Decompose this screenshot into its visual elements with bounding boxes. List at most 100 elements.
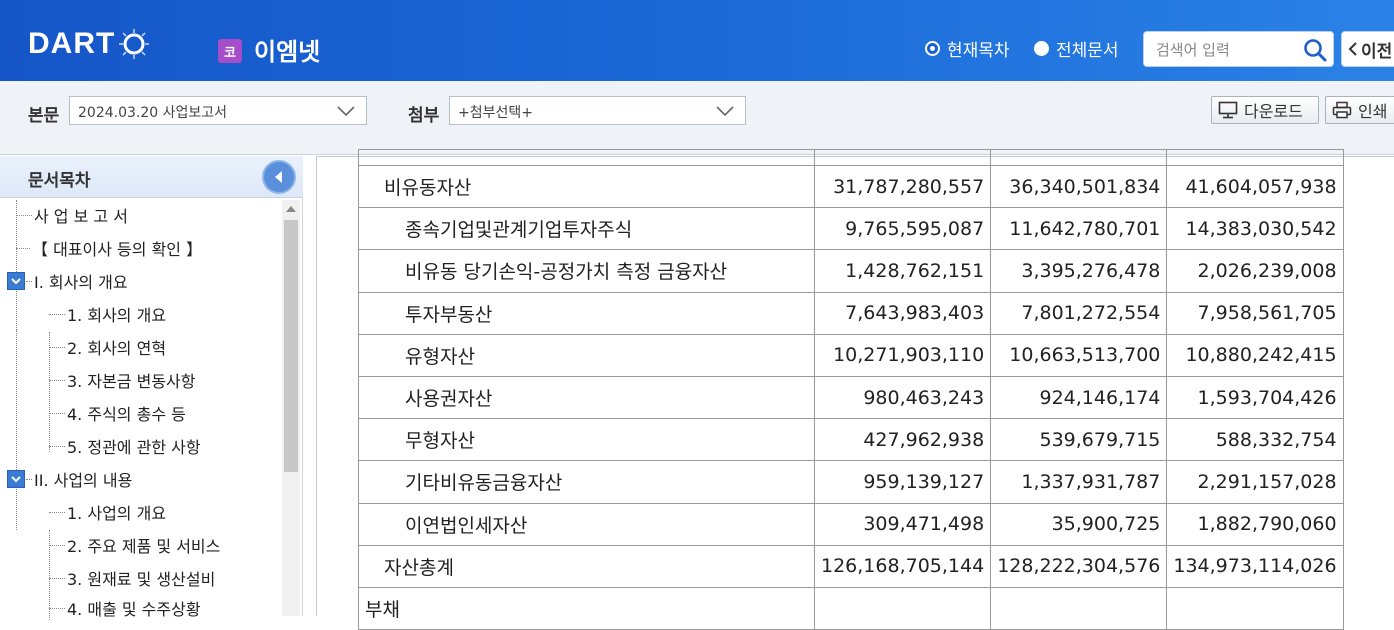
search-icon[interactable] [1302, 37, 1328, 63]
scroll-thumb[interactable] [284, 220, 298, 472]
value-cell: 35,900,725 [990, 502, 1168, 546]
value-cell: 959,139,127 [813, 460, 992, 504]
toc-scrollbar[interactable] [282, 200, 300, 616]
prev-button[interactable]: 이전 [1341, 31, 1394, 67]
table-row: 무형자산 427,962,938 539,679,715 588,332,754 [358, 418, 1344, 462]
account-cell: 무형자산 [358, 418, 815, 462]
toc-item-ceo-confirmation[interactable]: 【 대표이사 등의 확인 】 [16, 236, 202, 260]
attachment-select[interactable]: +첨부선택+ [449, 96, 746, 125]
value-cell: 1,337,931,787 [990, 460, 1168, 504]
radio-current-toc[interactable]: 현재목차 [925, 36, 1010, 61]
account-cell: 유형자산 [358, 333, 815, 377]
toc-item-label: I. 회사의 개요 [34, 273, 128, 292]
table-row: 이연법인세자산 309,471,498 35,900,725 1,882,790… [358, 502, 1344, 546]
radio-current-label: 현재목차 [947, 41, 1010, 61]
chevron-left-icon [1348, 42, 1357, 56]
radio-whole-document[interactable]: 전체문서 [1034, 36, 1119, 61]
search-input[interactable] [1156, 38, 1306, 62]
toc-collapse-button[interactable] [262, 160, 296, 194]
table-row: 기타비유동금융자산 959,139,127 1,337,931,787 2,29… [358, 460, 1344, 504]
download-label: 다운로드 [1244, 102, 1303, 121]
tree-expand-icon[interactable] [7, 272, 25, 290]
attachment-label: 첨부 [408, 106, 440, 126]
download-button[interactable]: 다운로드 [1211, 96, 1319, 124]
value-cell: 11,642,780,701 [990, 207, 1168, 251]
account-cell: 비유동 당기손익-공정가치 측정 금융자산 [358, 249, 815, 293]
tree-expand-icon[interactable] [7, 470, 25, 488]
document-viewer[interactable]: 비유동자산 31,787,280,557 36,340,501,834 41,6… [316, 149, 1394, 630]
value-cell: 924,146,174 [990, 375, 1168, 420]
toc-title: 문서목차 [28, 171, 91, 191]
value-cell: 36,340,501,834 [990, 164, 1168, 209]
toc-sidebar: 문서목차 사 업 보 고 서 【 대표이사 등의 확인 】 I. 회사의 개요 [0, 156, 303, 620]
toc-item-2-3[interactable]: 3. 원재료 및 생산설비 [49, 566, 215, 590]
value-cell [990, 149, 1168, 166]
printer-icon [1332, 101, 1352, 119]
radio-checked-icon [925, 41, 940, 56]
toc-item-label: 2. 회사의 연혁 [67, 339, 167, 358]
company-name: 이엠넷 [254, 38, 321, 66]
main-document-label: 본문 [28, 106, 60, 126]
print-button[interactable]: 인쇄 [1325, 96, 1394, 124]
toc-item-2-2[interactable]: 2. 주요 제품 및 서비스 [49, 533, 220, 557]
toc-item-2-1[interactable]: 1. 사업의 개요 [49, 500, 166, 524]
toc-item-1-1[interactable]: 1. 회사의 개요 [49, 302, 166, 326]
value-cell [813, 586, 992, 630]
value-cell [813, 149, 992, 166]
toc-item-2-4[interactable]: 4. 매출 및 수주상황 [49, 596, 201, 620]
toc-item-label: 【 대표이사 등의 확인 】 [32, 240, 203, 259]
table-row: 비유동자산 31,787,280,557 36,340,501,834 41,6… [358, 164, 1344, 209]
print-label: 인쇄 [1358, 102, 1388, 121]
tree-connector [16, 330, 17, 530]
value-cell: 7,958,561,705 [1166, 291, 1344, 335]
value-cell: 2,291,157,028 [1166, 460, 1344, 504]
account-cell: 부채 [358, 586, 815, 630]
value-cell: 2,026,239,008 [1166, 249, 1344, 293]
search-box [1143, 31, 1334, 67]
toc-item-company-overview[interactable]: I. 회사의 개요 [26, 269, 128, 293]
value-cell: 539,679,715 [990, 418, 1168, 462]
prev-label: 이전 [1361, 41, 1393, 62]
dart-logo[interactable]: DART [28, 26, 151, 62]
value-cell: 134,973,114,026 [1166, 544, 1344, 588]
toc-item-label: 2. 주요 제품 및 서비스 [67, 537, 221, 556]
account-cell: 투자부동산 [358, 291, 815, 335]
arrow-left-icon [275, 171, 282, 183]
toc-item-1-2[interactable]: 2. 회사의 연혁 [49, 335, 166, 359]
main-document-value: 2024.03.20 사업보고서 [78, 105, 228, 121]
value-cell: 309,471,498 [813, 502, 992, 546]
logo-burst-icon [119, 29, 150, 59]
value-cell: 588,332,754 [1166, 418, 1344, 462]
table-row: 자산총계 126,168,705,144 128,222,304,576 134… [358, 544, 1344, 588]
document-toolbar: 본문 2024.03.20 사업보고서 첨부 +첨부선택+ 다운로드 인쇄 [0, 81, 1394, 155]
main-document-select[interactable]: 2024.03.20 사업보고서 [69, 96, 367, 125]
toc-item-label: 3. 자본금 변동사항 [67, 372, 196, 391]
toc-item-report[interactable]: 사 업 보 고 서 [16, 203, 128, 227]
toc-item-1-5[interactable]: 5. 정관에 관한 사항 [49, 434, 201, 458]
value-cell: 3,395,276,478 [990, 249, 1168, 293]
value-cell: 41,604,057,938 [1166, 164, 1344, 209]
table-row: 사용권자산 980,463,243 924,146,174 1,593,704,… [358, 375, 1344, 420]
table-row: 부채 [358, 586, 1344, 630]
table-row: 투자부동산 7,643,983,403 7,801,272,554 7,958,… [358, 291, 1344, 335]
value-cell [990, 586, 1168, 630]
toc-item-1-3[interactable]: 3. 자본금 변동사항 [49, 368, 195, 392]
account-cell: 기타비유동금융자산 [358, 460, 815, 504]
value-cell: 1,882,790,060 [1166, 502, 1344, 546]
value-cell: 980,463,243 [813, 375, 992, 420]
account-cell [358, 149, 815, 166]
value-cell [1166, 149, 1344, 166]
toc-item-business[interactable]: II. 사업의 내용 [26, 467, 132, 491]
account-cell: 종속기업및관계기업투자주식 [358, 207, 815, 251]
table-row: 종속기업및관계기업투자주식 9,765,595,087 11,642,780,7… [358, 207, 1344, 251]
scroll-up-arrow-icon[interactable] [282, 200, 300, 218]
toc-item-label: 4. 주식의 총수 등 [67, 405, 186, 424]
logo-text: DART [28, 27, 116, 60]
value-cell: 7,643,983,403 [813, 291, 992, 335]
table-row: 유형자산 10,271,903,110 10,663,513,700 10,88… [358, 333, 1344, 377]
value-cell: 10,663,513,700 [990, 333, 1168, 377]
company-market-badge: 코 [218, 39, 242, 63]
value-cell: 427,962,938 [813, 418, 992, 462]
attachment-value: +첨부선택+ [458, 105, 533, 121]
toc-item-1-4[interactable]: 4. 주식의 총수 등 [49, 401, 186, 425]
